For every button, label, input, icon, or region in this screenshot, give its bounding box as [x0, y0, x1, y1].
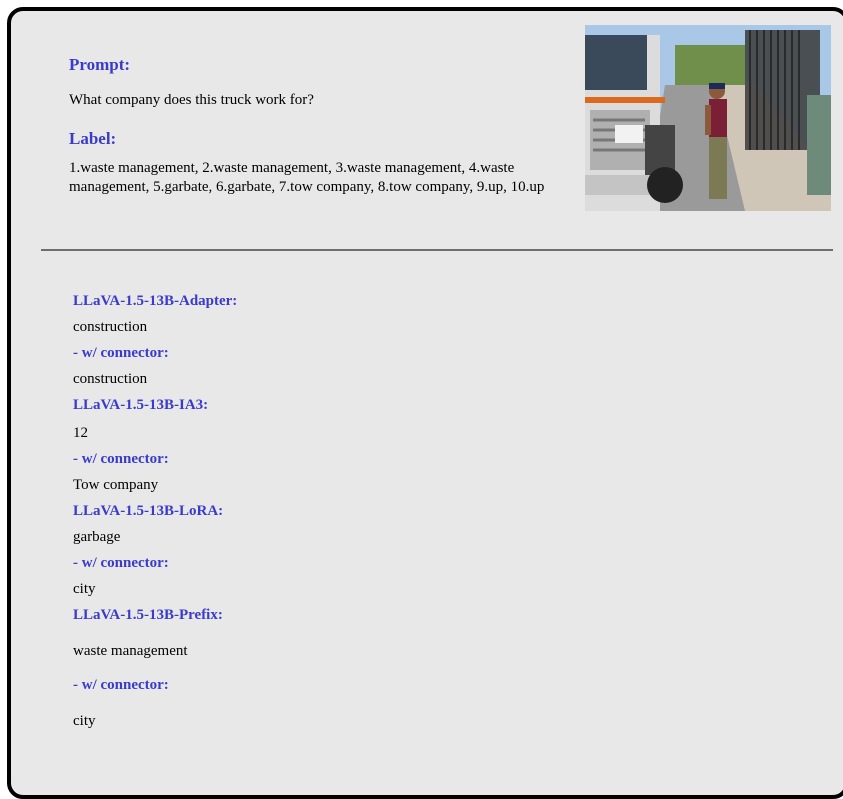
model-name-ia3: LLaVA-1.5-13B-IA3: — [73, 397, 209, 413]
connector-label-prefix: - w/ connector: — [73, 677, 169, 693]
prompt-text: What company does this truck work for? — [69, 92, 314, 108]
model-answer-adapter: construction — [73, 319, 148, 335]
connector-answer-ia3: Tow company — [73, 477, 159, 493]
connector-label-adapter: - w/ connector: — [73, 345, 169, 361]
label-heading: Label: — [69, 129, 117, 148]
model-answer-prefix: waste management — [73, 643, 188, 659]
model-answer-lora: garbage — [73, 529, 121, 545]
label-text: 1.waste management, 2.waste management, … — [69, 160, 545, 195]
connector-answer-adapter: construction — [73, 371, 148, 387]
connector-answer-prefix: city — [73, 713, 96, 729]
prompt-heading: Prompt: — [69, 55, 131, 74]
connector-answer-lora: city — [73, 581, 96, 597]
truck-street-photo — [585, 25, 831, 211]
example-card: Prompt: What company does this truck wor… — [7, 7, 843, 799]
section-divider — [41, 249, 833, 251]
model-name-prefix: LLaVA-1.5-13B-Prefix: — [73, 607, 223, 623]
connector-label-lora: - w/ connector: — [73, 555, 169, 571]
model-name-lora: LLaVA-1.5-13B-LoRA: — [73, 503, 224, 519]
model-answer-ia3: 12 — [73, 425, 88, 441]
connector-label-ia3: - w/ connector: — [73, 451, 169, 467]
model-name-adapter: LLaVA-1.5-13B-Adapter: — [73, 293, 238, 309]
